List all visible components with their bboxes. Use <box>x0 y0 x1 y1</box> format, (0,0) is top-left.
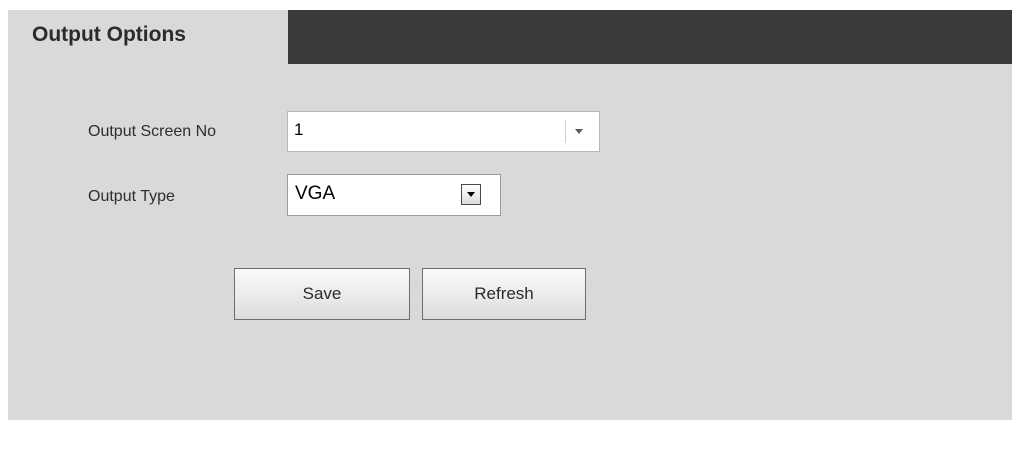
settings-panel: Output Options Output Screen No 1 Output… <box>8 10 1012 420</box>
panel-title: Output Options <box>8 10 288 64</box>
output-type-select[interactable]: VGA <box>287 174 501 216</box>
chevron-down-icon[interactable] <box>461 184 481 205</box>
chevron-down-icon[interactable] <box>565 120 591 143</box>
output-screen-no-value: 1 <box>294 120 304 139</box>
output-type-label: Output Type <box>88 188 175 205</box>
output-screen-no-select[interactable]: 1 <box>287 111 600 152</box>
save-button[interactable]: Save <box>234 268 410 320</box>
refresh-button[interactable]: Refresh <box>422 268 586 320</box>
output-screen-no-label: Output Screen No <box>88 123 217 140</box>
panel-header: Output Options <box>8 10 1012 64</box>
output-type-value: VGA <box>295 183 336 204</box>
output-options-page: Output Options Output Screen No 1 Output… <box>0 0 1020 450</box>
header-dark-bar <box>288 10 1012 64</box>
